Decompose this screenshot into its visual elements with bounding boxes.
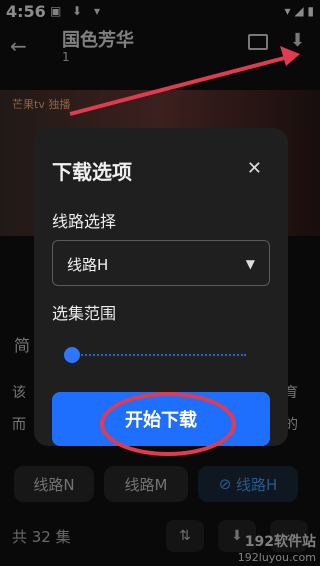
annotation-arrow xyxy=(69,46,300,116)
